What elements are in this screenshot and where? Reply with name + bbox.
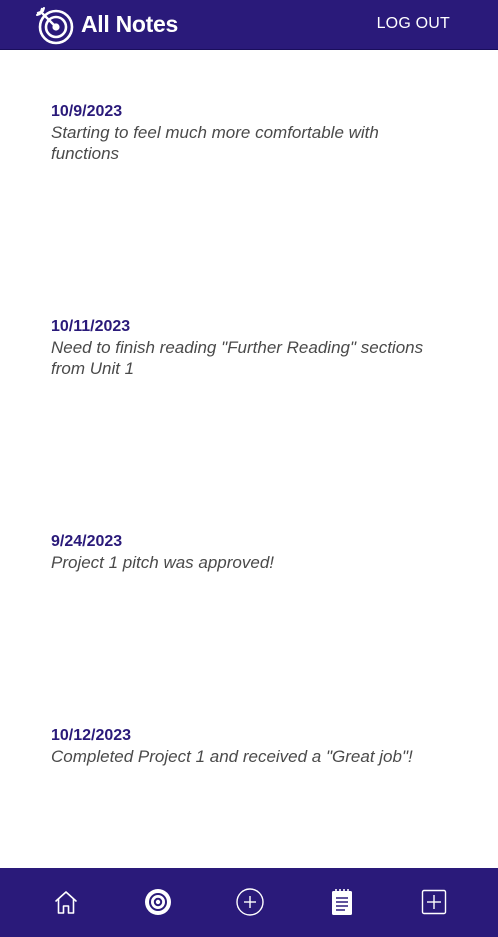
nav-goals-button[interactable] [142,886,174,918]
list-item[interactable]: 10/12/2023 Completed Project 1 and recei… [51,725,451,767]
top-app-bar: All Notes LOG OUT [0,0,498,50]
page-title: All Notes [81,11,178,37]
note-date: 9/24/2023 [51,533,123,550]
add-square-icon [421,889,447,915]
nav-home-button[interactable] [50,886,82,918]
note-text: Project 1 pitch was approved! [51,553,275,572]
add-circle-icon [236,888,264,916]
logout-button[interactable]: LOG OUT [377,14,450,34]
app-screen: All Notes LOG OUT 10/9/2023 Starting to … [0,0,498,937]
note-text: Starting to feel much more comfortable w… [51,123,379,163]
home-icon [55,891,77,914]
note-text: Need to finish reading "Further Reading"… [51,338,424,378]
list-item[interactable]: 10/9/2023 Starting to feel much more com… [51,101,451,164]
list-item[interactable]: 9/24/2023 Project 1 pitch was approved! [51,531,451,573]
target-icon[interactable] [34,5,76,45]
nav-add-goal-button[interactable] [234,886,266,918]
note-date: 10/9/2023 [51,103,123,120]
bottom-navigation [0,868,498,937]
note-date: 10/12/2023 [51,727,132,744]
nav-notes-button[interactable] [326,886,358,918]
nav-add-note-button[interactable] [418,886,450,918]
target-icon [145,889,171,915]
note-text: Completed Project 1 and received a "Grea… [51,747,413,766]
notepad-icon [332,889,352,915]
list-item[interactable]: 10/11/2023 Need to finish reading "Furth… [51,316,451,379]
note-date: 10/11/2023 [51,318,131,335]
